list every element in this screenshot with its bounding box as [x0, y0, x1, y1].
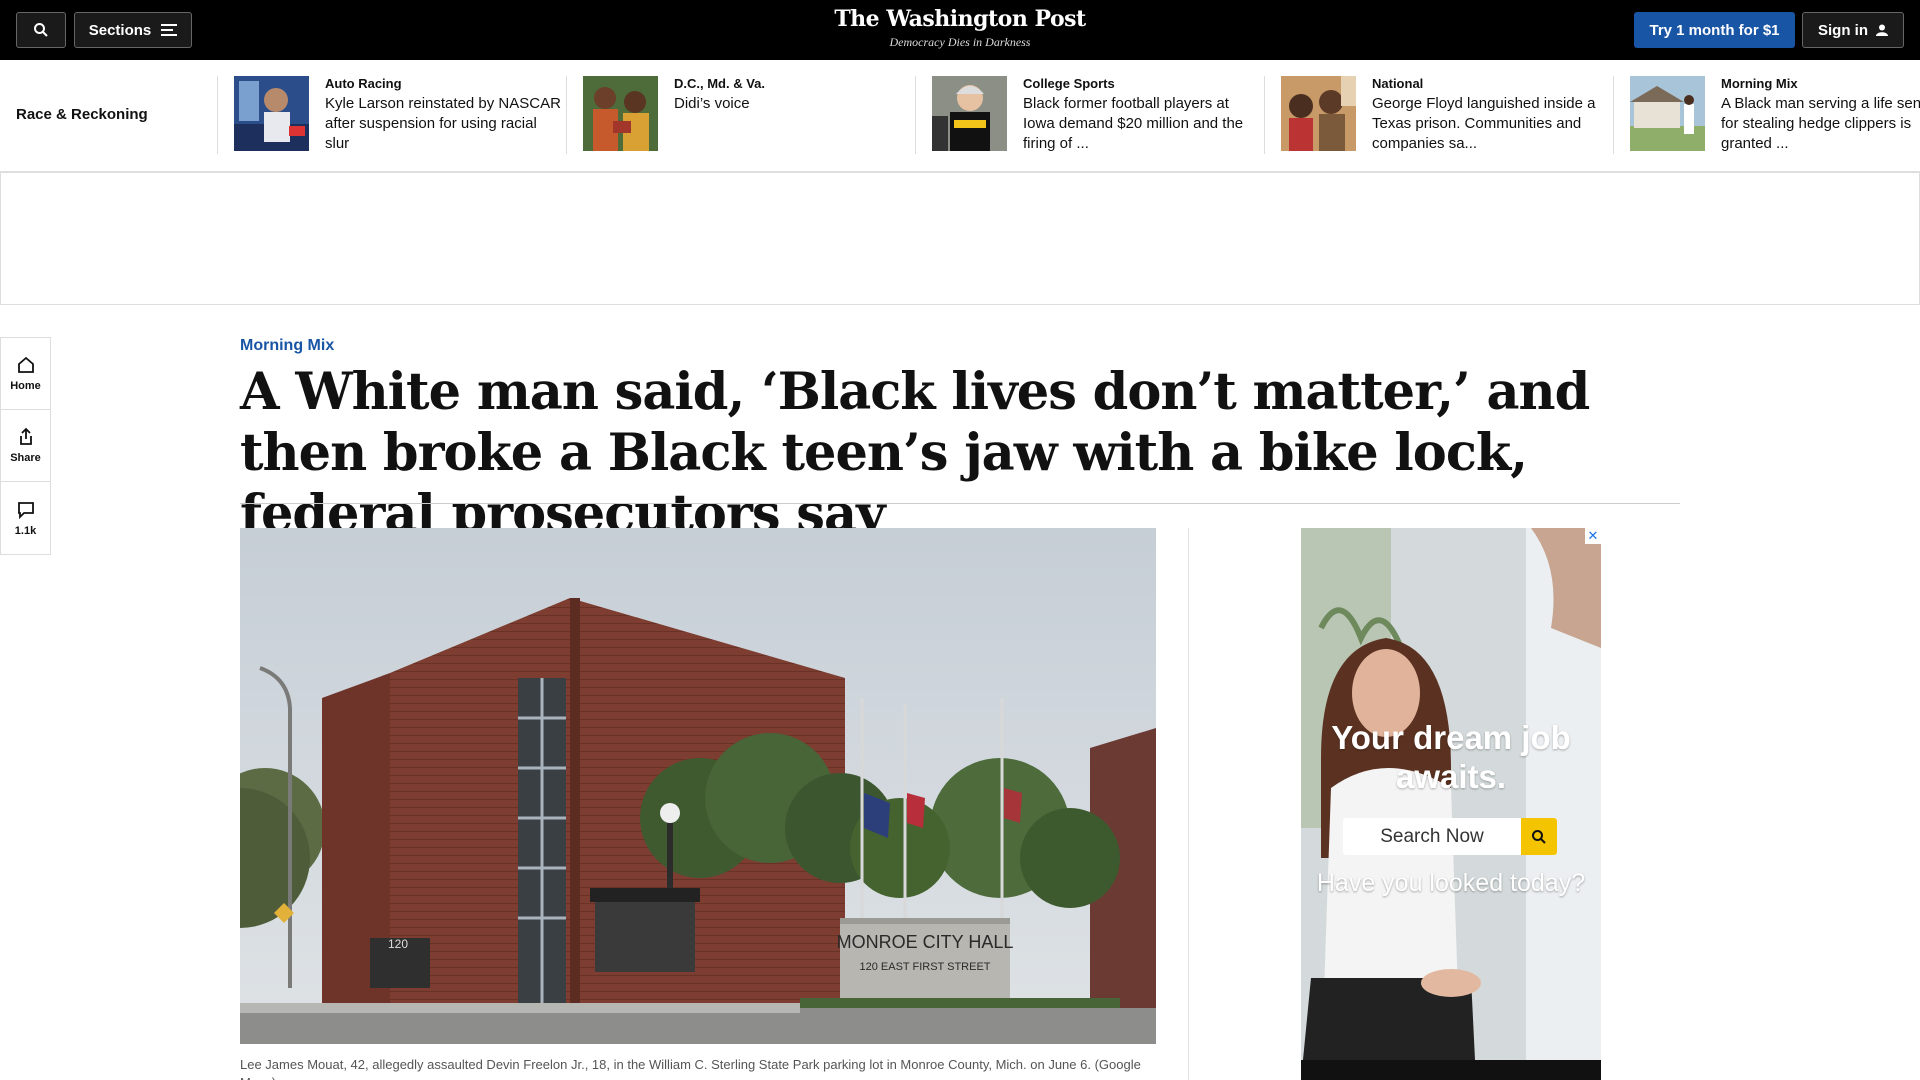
column-divider	[1188, 528, 1189, 1080]
ad-close-icon[interactable]: ✕	[1585, 528, 1601, 544]
menu-icon	[161, 24, 178, 36]
ad-headline: Your dream job awaits.	[1331, 719, 1571, 795]
user-icon	[1876, 24, 1888, 36]
comments-button[interactable]: 1.1k	[1, 482, 50, 554]
strip-kicker: D.C., Md. & Va.	[674, 76, 766, 91]
sign-in-button[interactable]: Sign in	[1802, 12, 1904, 48]
strip-thumbnail	[234, 76, 309, 151]
article-kicker[interactable]: Morning Mix	[240, 337, 334, 355]
strip-title: George Floyd languished inside a Texas p…	[1372, 95, 1596, 152]
strip-title: Black former football players at Iowa de…	[1023, 95, 1244, 152]
home-button[interactable]: Home	[1, 338, 50, 410]
strip-item[interactable]: D.C., Md. & Va. Didi’s voice	[566, 76, 915, 154]
share-button[interactable]: Share	[1, 410, 50, 482]
sections-label: Sections	[88, 21, 152, 39]
ad-search-button[interactable]	[1521, 818, 1557, 855]
strip-kicker: Morning Mix	[1721, 76, 1798, 91]
headline-divider	[240, 503, 1680, 504]
city-hall-sign: MONROE CITY HALL	[837, 932, 1014, 952]
strip-title: Kyle Larson reinstated by NASCAR after s…	[325, 95, 561, 152]
brand-name: The Washington Post	[834, 6, 1086, 32]
building-door-number: 120	[388, 937, 408, 951]
ad-footer-bar	[1301, 1060, 1601, 1080]
lead-photo: 120 MONROE CITY HALL 120 EAST FIRST STRE…	[240, 528, 1156, 1044]
search-icon	[1532, 829, 1546, 844]
top-nav: Sections The Washington Post Democracy D…	[0, 0, 1920, 60]
subscribe-button[interactable]: Try 1 month for $1	[1634, 12, 1795, 48]
photo-caption: Lee James Mouat, 42, allegedly assaulted…	[240, 1057, 1141, 1080]
strip-item[interactable]: Auto Racing Kyle Larson reinstated by NA…	[217, 76, 566, 154]
search-button[interactable]	[16, 12, 66, 48]
brand-tagline: Democracy Dies in Darkness	[889, 35, 1031, 49]
search-icon	[34, 23, 48, 37]
city-hall-address: 120 EAST FIRST STREET	[859, 961, 990, 973]
sign-in-label: Sign in	[1818, 21, 1868, 39]
share-icon	[19, 427, 32, 445]
home-label: Home	[10, 380, 41, 392]
strip-kicker: College Sports	[1023, 76, 1115, 91]
sections-button[interactable]: Sections	[74, 12, 192, 48]
article-headline: A White man said, ‘Black lives don’t mat…	[240, 362, 1590, 544]
strip-thumbnail	[932, 76, 1007, 151]
ad-search-text: Search Now	[1380, 825, 1484, 847]
race-reckoning-strip: Race & Reckoning Auto Racing Kyle Larson…	[0, 60, 1920, 172]
ad-banner	[0, 172, 1920, 305]
strip-kicker: Auto Racing	[325, 76, 402, 91]
side-ad[interactable]: ✕ Your dream job awaits. Search Now Have…	[1301, 528, 1601, 1080]
ad-search-box[interactable]: Search Now	[1343, 818, 1557, 855]
share-label: Share	[10, 452, 41, 464]
strip-label[interactable]: Race & Reckoning	[16, 106, 148, 123]
comment-icon	[17, 501, 34, 519]
comments-count: 1.1k	[14, 524, 37, 537]
strip-thumbnail	[583, 76, 658, 151]
strip-item[interactable]: College Sports Black former football pla…	[915, 76, 1264, 154]
strip-kicker: National	[1372, 76, 1424, 91]
strip-title: A Black man serving a life sentence for …	[1721, 95, 1920, 152]
strip-item[interactable]: Morning Mix A Black man serving a life s…	[1613, 76, 1920, 154]
strip-thumbnail	[1630, 76, 1705, 151]
ad-tagline: Have you looked today?	[1316, 869, 1586, 897]
brand-logo[interactable]: The Washington Post Democracy Dies in Da…	[760, 4, 1160, 50]
left-rail: Home Share 1.1k	[0, 337, 51, 555]
strip-thumbnail	[1281, 76, 1356, 151]
strip-item[interactable]: National George Floyd languished inside …	[1264, 76, 1613, 154]
home-icon	[17, 356, 34, 373]
strip-title: Didi’s voice	[674, 95, 750, 112]
